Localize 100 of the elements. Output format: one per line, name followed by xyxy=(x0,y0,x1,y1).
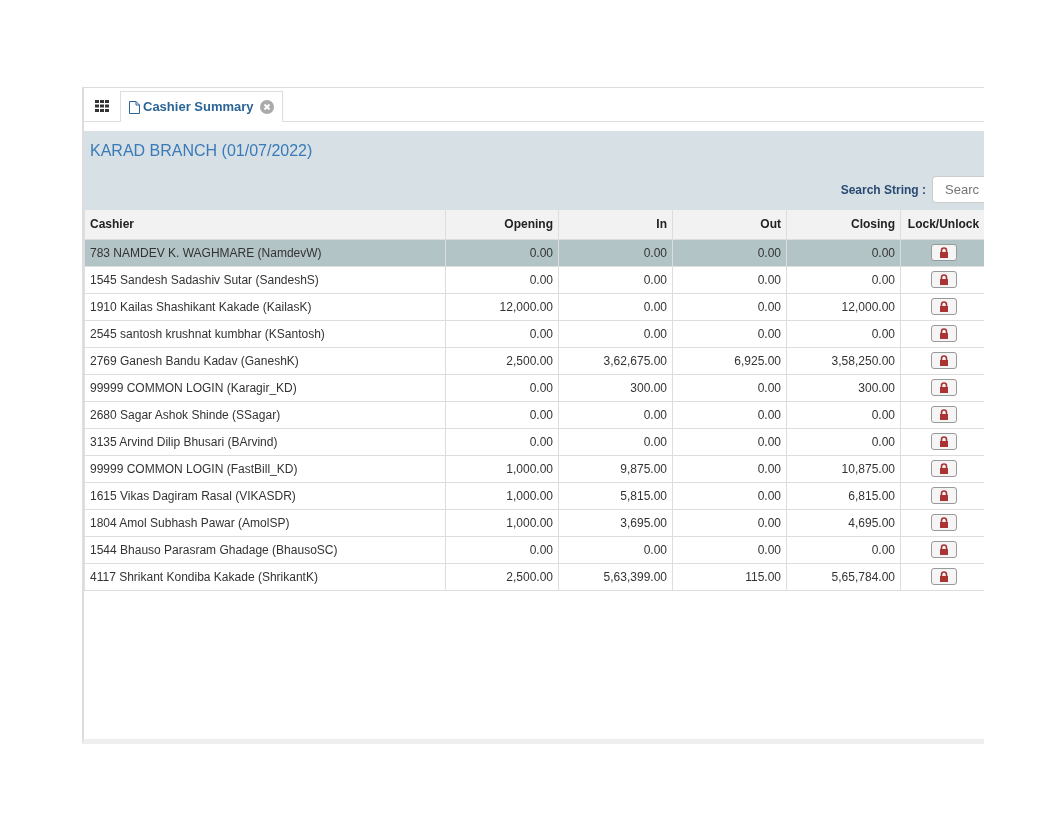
amount-cell: 3,62,675.00 xyxy=(558,347,673,374)
amount-cell: 0.00 xyxy=(445,320,559,347)
amount-cell: 115.00 xyxy=(672,563,787,590)
amount-cell: 0.00 xyxy=(445,536,559,563)
amount-cell: 0.00 xyxy=(672,509,787,536)
amount-cell: 0.00 xyxy=(558,239,673,266)
amount-cell: 9,875.00 xyxy=(558,455,673,482)
lock-button[interactable] xyxy=(930,433,957,450)
amount-cell: 0.00 xyxy=(786,428,901,455)
lock-button[interactable] xyxy=(930,379,957,396)
cashier-cell: 99999 COMMON LOGIN (FastBill_KD) xyxy=(84,455,446,482)
padlock-icon xyxy=(938,571,949,582)
amount-cell: 0.00 xyxy=(672,374,787,401)
column-header: Opening xyxy=(445,210,559,239)
lock-button[interactable] xyxy=(930,514,957,531)
column-header: In xyxy=(558,210,673,239)
column-header: Cashier xyxy=(84,210,446,239)
cashier-cell: 2680 Sagar Ashok Shinde (SSagar) xyxy=(84,401,446,428)
amount-cell: 0.00 xyxy=(672,455,787,482)
lock-button[interactable] xyxy=(930,271,957,288)
lock-button[interactable] xyxy=(930,541,957,558)
column-header: Lock/Unlock xyxy=(900,210,984,239)
cashier-cell: 1545 Sandesh Sadashiv Sutar (SandeshS) xyxy=(84,266,446,293)
amount-cell: 2,500.00 xyxy=(445,347,559,374)
padlock-icon xyxy=(938,328,949,339)
amount-cell: 1,000.00 xyxy=(445,509,559,536)
cashier-cell: 1615 Vikas Dagiram Rasal (VIKASDR) xyxy=(84,482,446,509)
padlock-icon xyxy=(938,355,949,366)
padlock-icon xyxy=(938,517,949,528)
amount-cell: 5,815.00 xyxy=(558,482,673,509)
amount-cell: 0.00 xyxy=(558,536,673,563)
lock-button[interactable] xyxy=(930,568,957,585)
padlock-icon xyxy=(938,490,949,501)
cashier-cell: 1544 Bhauso Parasram Ghadage (BhausoSC) xyxy=(84,536,446,563)
branch-title: KARAD BRANCH (01/07/2022) xyxy=(90,141,314,161)
amount-cell: 12,000.00 xyxy=(445,293,559,320)
cashier-cell: 99999 COMMON LOGIN (Karagir_KD) xyxy=(84,374,446,401)
amount-cell: 0.00 xyxy=(786,320,901,347)
lock-button[interactable] xyxy=(930,325,957,342)
amount-cell: 4,695.00 xyxy=(786,509,901,536)
amount-cell: 0.00 xyxy=(445,401,559,428)
cashier-cell: 2769 Ganesh Bandu Kadav (GaneshK) xyxy=(84,347,446,374)
search-field[interactable]: Searc xyxy=(932,176,984,203)
amount-cell: 1,000.00 xyxy=(445,455,559,482)
cashier-cell: 783 NAMDEV K. WAGHMARE (NamdevW) xyxy=(84,239,446,266)
amount-cell: 300.00 xyxy=(558,374,673,401)
amount-cell: 0.00 xyxy=(672,482,787,509)
amount-cell: 0.00 xyxy=(445,428,559,455)
lock-button[interactable] xyxy=(930,406,957,423)
amount-cell: 5,63,399.00 xyxy=(558,563,673,590)
amount-cell: 3,58,250.00 xyxy=(786,347,901,374)
amount-cell: 0.00 xyxy=(786,401,901,428)
lock-button[interactable] xyxy=(930,487,957,504)
amount-cell: 0.00 xyxy=(672,536,787,563)
amount-cell: 2,500.00 xyxy=(445,563,559,590)
amount-cell: 1,000.00 xyxy=(445,482,559,509)
amount-cell: 0.00 xyxy=(558,320,673,347)
column-header: Closing xyxy=(786,210,901,239)
amount-cell: 10,875.00 xyxy=(786,455,901,482)
amount-cell: 0.00 xyxy=(558,266,673,293)
padlock-icon xyxy=(938,247,949,258)
lock-button[interactable] xyxy=(930,244,957,261)
search-label: Search String : xyxy=(840,181,926,199)
lock-button[interactable] xyxy=(930,352,957,369)
padlock-icon xyxy=(938,436,949,447)
cashier-cell: 3135 Arvind Dilip Bhusari (BArvind) xyxy=(84,428,446,455)
document-icon xyxy=(129,100,140,114)
padlock-icon xyxy=(938,382,949,393)
padlock-icon xyxy=(938,409,949,420)
cashier-cell: 1910 Kailas Shashikant Kakade (KailasK) xyxy=(84,293,446,320)
amount-cell: 5,65,784.00 xyxy=(786,563,901,590)
cashier-cell: 2545 santosh krushnat kumbhar (KSantosh) xyxy=(84,320,446,347)
cashier-cell: 4117 Shrikant Kondiba Kakade (ShrikantK) xyxy=(84,563,446,590)
amount-cell: 0.00 xyxy=(672,428,787,455)
padlock-icon xyxy=(938,301,949,312)
amount-cell: 0.00 xyxy=(786,266,901,293)
cashier-cell: 1804 Amol Subhash Pawar (AmolSP) xyxy=(84,509,446,536)
amount-cell: 0.00 xyxy=(672,239,787,266)
amount-cell: 0.00 xyxy=(445,239,559,266)
amount-cell: 0.00 xyxy=(558,293,673,320)
amount-cell: 0.00 xyxy=(672,266,787,293)
lock-button[interactable] xyxy=(930,460,957,477)
lock-button[interactable] xyxy=(930,298,957,315)
column-header: Out xyxy=(672,210,787,239)
padlock-icon xyxy=(938,544,949,555)
amount-cell: 0.00 xyxy=(672,401,787,428)
amount-cell: 0.00 xyxy=(786,239,901,266)
padlock-icon xyxy=(938,463,949,474)
amount-cell: 3,695.00 xyxy=(558,509,673,536)
amount-cell: 300.00 xyxy=(786,374,901,401)
amount-cell: 0.00 xyxy=(558,428,673,455)
amount-cell: 0.00 xyxy=(786,536,901,563)
amount-cell: 0.00 xyxy=(558,401,673,428)
padlock-icon xyxy=(938,274,949,285)
amount-cell: 0.00 xyxy=(672,320,787,347)
amount-cell: 0.00 xyxy=(445,266,559,293)
tab[interactable]: Cashier Summary xyxy=(120,91,283,122)
amount-cell: 0.00 xyxy=(672,293,787,320)
amount-cell: 0.00 xyxy=(445,374,559,401)
amount-cell: 12,000.00 xyxy=(786,293,901,320)
